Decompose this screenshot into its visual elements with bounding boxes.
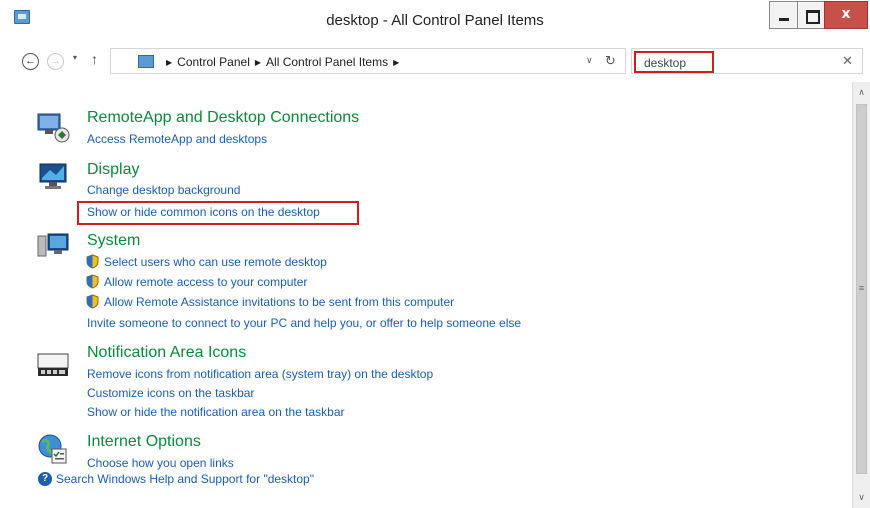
link-choose-open-links[interactable]: Choose how you open links	[87, 456, 234, 470]
link-invite-someone[interactable]: Invite someone to connect to your PC and…	[87, 316, 521, 330]
control-panel-icon	[138, 55, 154, 68]
up-arrow-icon: ↑	[91, 51, 98, 67]
chevron-down-icon: ▾	[73, 53, 78, 62]
back-button[interactable]: ←	[22, 53, 39, 70]
chevron-down-icon: ∨	[586, 55, 593, 65]
group-title[interactable]: Internet Options	[87, 433, 201, 451]
link-show-hide-notification-area[interactable]: Show or hide the notification area on th…	[87, 405, 345, 419]
address-bar[interactable]: ▶ Control Panel ▶ All Control Panel Items ▶ …	[110, 48, 626, 74]
link-remove-tray-icons[interactable]: Remove icons from notification area (sys…	[87, 367, 433, 381]
grip-icon: ≡	[858, 283, 865, 293]
link-customize-taskbar-icons[interactable]: Customize icons on the taskbar	[87, 386, 254, 400]
uac-shield-icon	[86, 254, 99, 269]
computer-icon	[37, 233, 69, 257]
remote-desktop-icon	[37, 113, 70, 143]
close-button[interactable]: x	[824, 1, 868, 29]
scroll-down-button[interactable]: ∨	[853, 487, 870, 507]
uac-shield-icon	[86, 274, 99, 289]
breadcrumb-separator-icon[interactable]: ▶	[255, 58, 261, 67]
link-access-remoteapp[interactable]: Access RemoteApp and desktops	[87, 132, 267, 146]
breadcrumb-all-items[interactable]: All Control Panel Items	[266, 55, 388, 69]
navigation-bar: ← → ▾ ↑ ▶ Control Panel ▶ All Control Panel…	[0, 44, 870, 78]
uac-shield-icon	[86, 294, 99, 309]
minimize-button[interactable]	[769, 1, 797, 29]
refresh-button[interactable]: ↻	[605, 53, 616, 69]
refresh-icon: ↻	[605, 53, 616, 68]
search-input[interactable]: desktop	[634, 51, 714, 73]
link-allow-remote-access[interactable]: Allow remote access to your computer	[104, 275, 307, 289]
taskbar-icon	[37, 353, 69, 376]
link-change-background[interactable]: Change desktop background	[87, 183, 240, 197]
close-icon: x	[841, 6, 851, 22]
breadcrumb-separator-icon[interactable]: ▶	[166, 58, 172, 67]
scroll-thumb[interactable]: ≡	[856, 104, 867, 474]
close-icon: ✕	[842, 53, 853, 68]
up-button[interactable]: ↑	[91, 51, 98, 67]
help-icon: ?	[38, 472, 52, 486]
results-pane: RemoteApp and Desktop Connections Access…	[0, 82, 852, 508]
group-title[interactable]: Notification Area Icons	[87, 344, 246, 362]
recent-locations-button[interactable]: ▾	[73, 53, 77, 62]
breadcrumb-separator-icon[interactable]: ▶	[393, 58, 399, 67]
title-bar: desktop - All Control Panel Items x	[0, 0, 870, 40]
highlight-box	[77, 201, 359, 225]
maximize-button[interactable]	[797, 1, 824, 29]
group-title[interactable]: System	[87, 232, 140, 250]
back-arrow-icon: ←	[25, 55, 36, 67]
group-title[interactable]: RemoteApp and Desktop Connections	[87, 109, 359, 127]
scroll-up-button[interactable]: ∧	[853, 82, 870, 102]
address-dropdown-button[interactable]: ∨	[586, 55, 593, 66]
internet-options-icon	[38, 434, 67, 464]
link-select-remote-users[interactable]: Select users who can use remote desktop	[104, 255, 327, 269]
forward-arrow-icon: →	[50, 55, 61, 67]
breadcrumb: ▶ Control Panel ▶ All Control Panel Items ▶	[161, 55, 404, 69]
breadcrumb-control-panel[interactable]: Control Panel	[177, 55, 250, 69]
monitor-icon	[39, 163, 67, 189]
search-box[interactable]: desktop ✕	[631, 48, 863, 74]
link-allow-remote-assistance[interactable]: Allow Remote Assistance invitations to b…	[104, 295, 454, 309]
vertical-scrollbar[interactable]: ∧ ≡ ∨	[852, 82, 870, 508]
forward-button[interactable]: →	[47, 53, 64, 70]
chevron-down-icon: ∨	[858, 492, 865, 502]
group-title[interactable]: Display	[87, 161, 139, 179]
clear-search-button[interactable]: ✕	[842, 53, 853, 69]
search-help-link[interactable]: Search Windows Help and Support for "des…	[56, 472, 314, 486]
chevron-up-icon: ∧	[858, 87, 865, 97]
window-title: desktop - All Control Panel Items	[326, 12, 544, 29]
